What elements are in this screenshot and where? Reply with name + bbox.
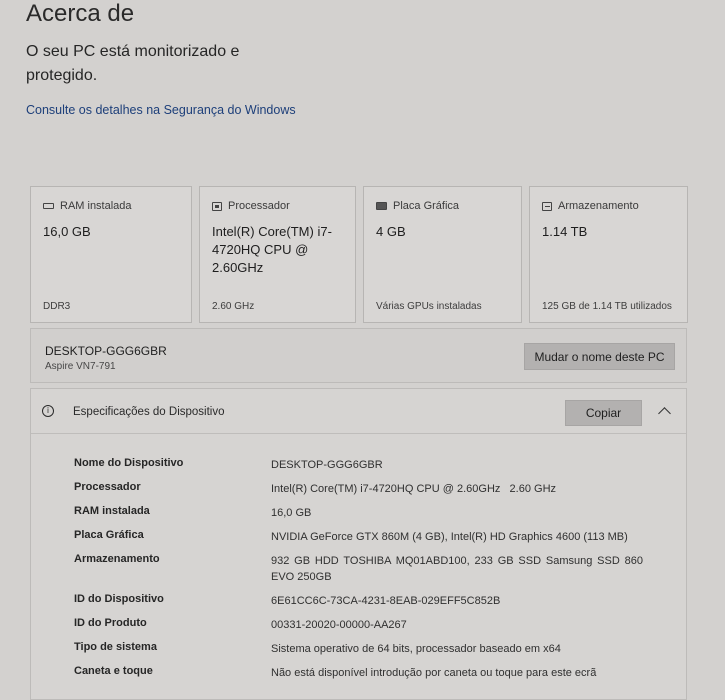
graphics-card-label: Placa Gráfica	[393, 200, 460, 212]
copy-button[interactable]: Copiar	[565, 400, 642, 426]
spec-label: Tipo de sistema	[74, 641, 157, 653]
graphics-card-icon	[376, 202, 387, 210]
ram-card-label: RAM instalada	[60, 200, 132, 212]
spec-value: 00331-20020-00000-AA267	[271, 619, 407, 631]
spec-label: Caneta e toque	[74, 665, 153, 677]
storage-card: Armazenamento 1.14 TB 125 GB de 1.14 TB …	[529, 186, 688, 323]
ram-card-footer: DDR3	[43, 301, 71, 312]
processor-card: Processador Intel(R) Core(TM) i7-4720HQ …	[199, 186, 356, 323]
spec-value: 6E61CC6C-73CA-4231-8EAB-029EFF5C852B	[271, 595, 501, 607]
ram-card-value: 16,0 GB	[43, 224, 91, 239]
spec-value: DESKTOP-GGG6GBR	[271, 459, 383, 471]
spec-label: Nome do Dispositivo	[74, 457, 184, 469]
device-specs-title: Especificações do Dispositivo	[73, 406, 225, 418]
storage-card-value: 1.14 TB	[542, 224, 588, 239]
spec-value: 932 GB HDD TOSHIBA MQ01ABD100, 233 GB SS…	[271, 555, 643, 583]
chevron-up-icon[interactable]	[658, 407, 671, 420]
spec-value: Não está disponível introdução por canet…	[271, 667, 597, 679]
page-title: Acerca de	[26, 0, 135, 27]
processor-card-footer: 2.60 GHz	[212, 301, 255, 312]
storage-card-footer: 125 GB de 1.14 TB utilizados	[542, 301, 672, 312]
spec-label: ID do Dispositivo	[74, 593, 164, 605]
spec-label: Placa Gráfica	[74, 529, 144, 541]
spec-label: RAM instalada	[74, 505, 150, 517]
processor-card-value: Intel(R) Core(TM) i7-4720HQ CPU @ 2.60GH…	[212, 224, 332, 275]
device-specs-header[interactable]: i Especificações do Dispositivo Copiar	[31, 389, 686, 434]
protection-status-text: O seu PC está monitorizado e protegido.	[26, 43, 240, 84]
storage-icon	[542, 201, 552, 211]
pc-name-bar: DESKTOP-GGG6GBR Aspire VN7-791 Mudar o n…	[30, 328, 687, 383]
ram-card: RAM instalada 16,0 GB DDR3	[30, 186, 192, 323]
graphics-card-value: 4 GB	[376, 224, 406, 239]
spec-value: NVIDIA GeForce GTX 860M (4 GB), Intel(R)…	[271, 531, 628, 543]
spec-label: Armazenamento	[74, 553, 160, 565]
ram-icon	[43, 203, 54, 209]
pc-name: DESKTOP-GGG6GBR	[45, 344, 167, 358]
graphics-card-footer: Várias GPUs instaladas	[376, 301, 482, 312]
graphics-card: Placa Gráfica 4 GB Várias GPUs instalada…	[363, 186, 522, 323]
spec-value: 16,0 GB	[271, 507, 312, 519]
processor-icon	[212, 201, 222, 211]
spec-label: ID do Produto	[74, 617, 147, 629]
spec-value: Sistema operativo de 64 bits, processado…	[271, 643, 561, 655]
spec-value: Intel(R) Core(TM) i7-4720HQ CPU @ 2.60GH…	[271, 483, 557, 495]
info-icon: i	[42, 405, 54, 417]
rename-pc-button[interactable]: Mudar o nome deste PC	[524, 343, 675, 370]
processor-card-label: Processador	[228, 200, 290, 212]
device-specs-panel: i Especificações do Dispositivo Copiar N…	[30, 388, 687, 700]
spec-label: Processador	[74, 481, 141, 493]
storage-card-label: Armazenamento	[558, 200, 639, 212]
windows-security-link[interactable]: Consulte os detalhes na Segurança do Win…	[26, 103, 296, 117]
pc-model: Aspire VN7-791	[45, 361, 116, 372]
